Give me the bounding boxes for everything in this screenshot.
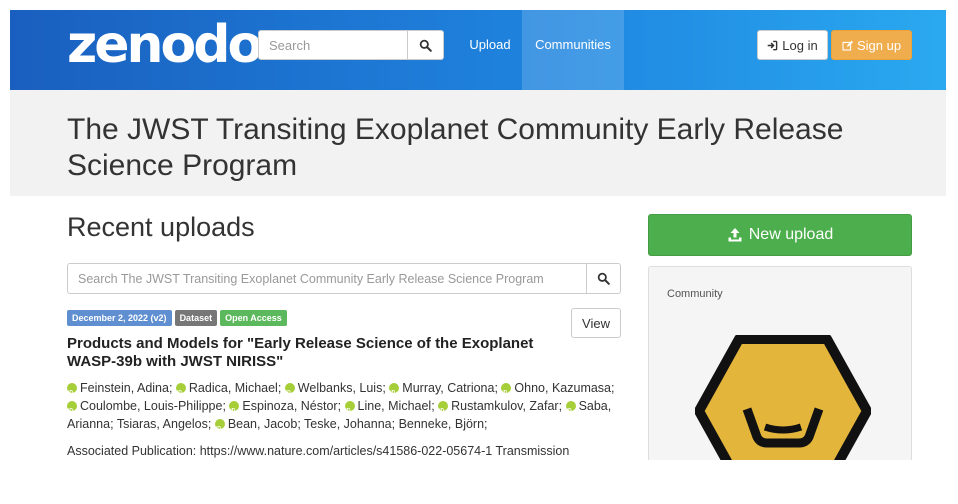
search-button[interactable] xyxy=(408,30,444,60)
nav-communities-link[interactable]: Communities xyxy=(522,10,624,90)
community-search xyxy=(67,263,621,295)
orcid-icon[interactable] xyxy=(214,419,225,438)
zenodo-logo[interactable]: zenodo xyxy=(67,16,263,74)
upload-icon xyxy=(728,228,742,242)
record-description: Associated Publication: https://www.natu… xyxy=(67,444,570,458)
author-item: Tsiaras, Angelos; xyxy=(116,417,215,431)
author-name: Ohno, Kazumasa xyxy=(514,381,612,395)
new-upload-button[interactable]: New upload xyxy=(648,214,912,256)
search-input[interactable] xyxy=(258,30,408,60)
author-item: Ohno, Kazumasa; xyxy=(501,381,615,402)
author-item: Coulombe, Louis-Philippe; xyxy=(67,399,229,420)
orcid-icon[interactable] xyxy=(67,383,77,402)
author-name: Tsiaras, Angelos xyxy=(116,417,208,431)
author-name: Radica, Michael xyxy=(188,381,278,395)
top-navbar: zenodo Upload Communities Log in Sign up xyxy=(10,10,946,90)
orcid-icon[interactable] xyxy=(565,401,576,420)
author-item: Welbanks, Luis; xyxy=(284,381,390,402)
orcid-icon[interactable] xyxy=(175,383,186,402)
view-record-button[interactable]: View xyxy=(571,308,621,338)
record-badges: December 2, 2022 (v2) Dataset Open Acces… xyxy=(67,310,287,326)
orcid-icon[interactable] xyxy=(229,401,240,420)
search-icon xyxy=(419,39,432,52)
orcid-icon[interactable] xyxy=(438,401,449,420)
author-name: Murray, Catriona xyxy=(402,381,495,395)
resource-type-badge[interactable]: Dataset xyxy=(174,310,218,326)
header-search xyxy=(258,30,444,62)
sign-in-icon xyxy=(767,40,778,50)
orcid-icon[interactable] xyxy=(344,401,355,420)
new-upload-label: New upload xyxy=(748,226,834,243)
signup-label: Sign up xyxy=(856,37,902,53)
page-title: The JWST Transiting Exoplanet Community … xyxy=(67,113,844,182)
login-label: Log in xyxy=(782,37,818,53)
publication-date-badge[interactable]: December 2, 2022 (v2) xyxy=(67,310,172,326)
author-item: Feinstein, Adina; xyxy=(67,381,176,402)
author-item: Teske, Johanna; xyxy=(304,417,399,431)
signup-button[interactable]: Sign up xyxy=(831,30,912,60)
author-name: Coulombe, Louis-Philippe xyxy=(80,399,223,413)
login-button[interactable]: Log in xyxy=(757,30,828,60)
record-title-link[interactable]: Products and Models for "Early Release S… xyxy=(67,335,557,371)
community-header: The JWST Transiting Exoplanet Community … xyxy=(10,90,946,196)
recent-uploads-heading: Recent uploads xyxy=(67,212,255,242)
orcid-icon[interactable] xyxy=(284,383,295,402)
orcid-icon[interactable] xyxy=(67,401,77,420)
orcid-icon[interactable] xyxy=(389,383,400,402)
access-right-badge[interactable]: Open Access xyxy=(220,310,287,326)
orcid-icon[interactable] xyxy=(501,383,512,402)
edit-icon xyxy=(842,40,853,51)
author-name: Welbanks, Luis xyxy=(297,381,383,395)
author-item: Murray, Catriona; xyxy=(389,381,501,402)
record-authors: Feinstein, Adina; Radica, Michael; Welba… xyxy=(67,379,627,438)
community-panel: Community xyxy=(648,266,912,460)
author-item: Radica, Michael; xyxy=(175,381,285,402)
nav-upload-link[interactable]: Upload xyxy=(460,10,520,90)
community-search-button[interactable] xyxy=(587,263,621,294)
community-panel-label: Community xyxy=(667,288,723,300)
author-name: Bean, Jacob xyxy=(227,417,298,431)
search-icon xyxy=(597,272,610,285)
author-item: Bean, Jacob; xyxy=(214,417,304,438)
community-search-input[interactable] xyxy=(67,263,587,294)
community-logo-icon xyxy=(695,335,871,460)
author-name: Feinstein, Adina xyxy=(80,381,169,395)
